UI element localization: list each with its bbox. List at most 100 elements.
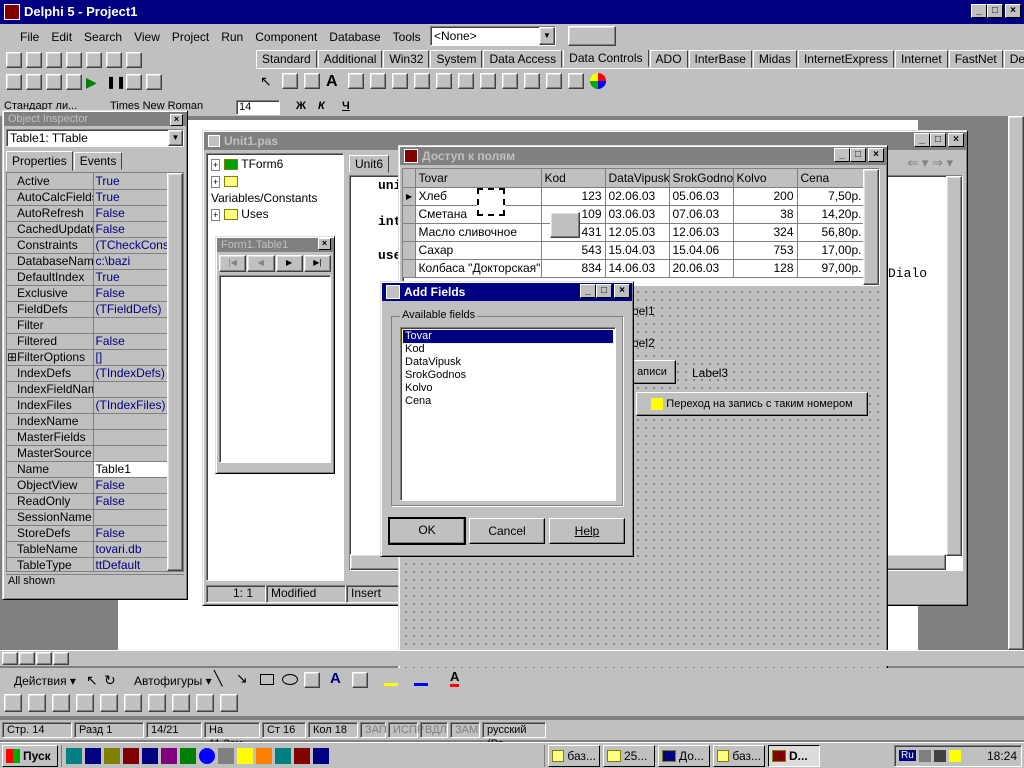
task-button[interactable]: баз...: [548, 744, 600, 767]
column-header[interactable]: DataVipusk: [605, 169, 670, 188]
grid-cell[interactable]: 17,00р.: [797, 241, 866, 260]
property-row[interactable]: AutoRefresh False: [7, 205, 169, 222]
save-all-icon[interactable]: [66, 52, 82, 68]
format-picture-icon[interactable]: [172, 694, 190, 712]
property-row[interactable]: ReadOnly False: [7, 493, 169, 510]
property-row[interactable]: IndexDefs (TIndexDefs): [7, 365, 169, 382]
grid-cell[interactable]: 02.06.03: [605, 187, 670, 206]
prior-record-button[interactable]: ◀: [247, 255, 275, 272]
property-row[interactable]: CachedUpdate False: [7, 221, 169, 238]
property-row[interactable]: SessionName: [7, 509, 169, 526]
quicklaunch-icon-14[interactable]: [313, 747, 329, 764]
dbgrid-icon[interactable]: [282, 73, 298, 89]
grid-cell[interactable]: 12.05.03: [605, 223, 670, 242]
line-icon[interactable]: ╲: [214, 670, 222, 687]
expand-icon[interactable]: +: [211, 176, 221, 188]
db-grid[interactable]: Tovar Kod DataVipusk SrokGodnos Kolvo Cena ▶ Хл…: [402, 168, 880, 286]
property-row[interactable]: ⊞FilterOptions[]: [7, 349, 169, 366]
quicklaunch-icon-12[interactable]: [275, 747, 291, 764]
dbctrlgrid-icon[interactable]: [568, 73, 584, 89]
grid-cell[interactable]: 15.04.06: [669, 241, 734, 260]
code-vertical-scrollbar[interactable]: [946, 176, 962, 556]
property-row[interactable]: Active True: [7, 173, 169, 190]
property-row[interactable]: TableType ttDefault: [7, 557, 169, 571]
grid-cell[interactable]: 200: [733, 187, 798, 206]
close-button[interactable]: ×: [1005, 4, 1021, 18]
expand-icon[interactable]: ⊞: [7, 350, 17, 364]
maximize-button[interactable]: □: [850, 148, 866, 162]
close-icon[interactable]: ×: [170, 114, 183, 126]
property-row[interactable]: ObjectView False: [7, 477, 169, 494]
property-value[interactable]: False: [93, 493, 169, 510]
field-item[interactable]: Kolvo: [403, 382, 613, 395]
property-value[interactable]: [93, 413, 169, 430]
underline-button[interactable]: Ч: [342, 100, 350, 112]
property-row[interactable]: DefaultIndex True: [7, 269, 169, 286]
property-value[interactable]: tovari.db: [93, 541, 169, 558]
grid-row[interactable]: Масло сливочное 431 12.05.03 12.06.03 324 56,…: [403, 223, 866, 242]
web-view-icon[interactable]: [19, 652, 35, 665]
quicklaunch-icon-9[interactable]: [218, 747, 234, 764]
tree-node[interactable]: +Variables/Constants: [211, 173, 339, 206]
word-vertical-scrollbar[interactable]: [1008, 116, 1024, 650]
close-button[interactable]: ×: [868, 148, 884, 162]
tree-node[interactable]: + Uses: [211, 206, 339, 223]
palette-tab-ado[interactable]: ADO: [649, 50, 688, 68]
start-button[interactable]: Пуск: [2, 744, 58, 767]
property-value[interactable]: [93, 317, 169, 334]
pointer-icon[interactable]: ↖: [260, 73, 276, 89]
layout-view-icon[interactable]: [36, 652, 52, 665]
italic-button[interactable]: К: [318, 100, 325, 112]
goto-record-button[interactable]: Переход на запись с таким номером: [636, 392, 868, 416]
dbtext-icon[interactable]: A: [326, 73, 342, 90]
line-style-icon[interactable]: [124, 694, 142, 712]
new-icon[interactable]: [6, 52, 22, 68]
tree-node[interactable]: + TForm6: [211, 156, 339, 173]
palette-tab-decision-c[interactable]: Decision C: [1003, 50, 1024, 68]
grid-cell[interactable]: 15.04.03: [605, 241, 670, 260]
object-selector[interactable]: Table1: TTable ▼: [6, 129, 184, 147]
toggle-icon[interactable]: [46, 74, 62, 90]
dblistbox-icon[interactable]: [414, 73, 430, 89]
set-transparent-icon[interactable]: [196, 694, 214, 712]
property-value[interactable]: (TIndexFiles): [93, 397, 169, 414]
property-scrollbar[interactable]: [167, 173, 183, 571]
dbchart-icon[interactable]: [590, 73, 606, 89]
help-icon[interactable]: [126, 52, 142, 68]
grid-cell[interactable]: 324: [733, 223, 798, 242]
tray-icon-3[interactable]: [948, 749, 961, 762]
oval-icon[interactable]: [282, 674, 298, 685]
property-row[interactable]: AutoCalcFields True: [7, 189, 169, 206]
property-row[interactable]: Exclusive False: [7, 285, 169, 302]
available-fields-list[interactable]: Tovar Kod DataVipusk SrokGodnos Kolvo Cena: [400, 327, 616, 501]
palette-tab-system[interactable]: System: [430, 50, 483, 68]
grid-vertical-scrollbar[interactable]: [863, 169, 879, 285]
property-value[interactable]: ttDefault: [93, 557, 169, 571]
menu-run[interactable]: Run: [215, 28, 249, 46]
grid-row[interactable]: Колбаса "Докторская" 834 14.06.03 20.06.03 1…: [403, 259, 866, 278]
palette-tab-midas[interactable]: Midas: [752, 50, 797, 68]
ok-button[interactable]: OK: [388, 517, 466, 545]
save-icon[interactable]: [46, 52, 62, 68]
reset-picture-icon[interactable]: [220, 694, 238, 712]
table-component-icon[interactable]: [477, 188, 505, 216]
property-row[interactable]: DatabaseName c:\bazi: [7, 253, 169, 270]
task-button[interactable]: D...: [768, 744, 820, 767]
property-value[interactable]: False: [93, 205, 169, 222]
property-value[interactable]: (TCheckConstra: [93, 237, 169, 254]
tab-events[interactable]: Events: [73, 152, 123, 170]
fill-color-icon[interactable]: [384, 672, 398, 686]
menu-tools[interactable]: Tools: [387, 28, 427, 46]
property-value[interactable]: False: [93, 285, 169, 302]
grid-cell[interactable]: 38: [733, 205, 798, 224]
desktop-buttons[interactable]: [568, 26, 616, 46]
minimize-button[interactable]: _: [834, 148, 850, 162]
arrow-icon[interactable]: ↘: [236, 670, 248, 687]
palette-tab-standard[interactable]: Standard: [256, 50, 317, 68]
maximize-button[interactable]: □: [930, 133, 946, 147]
property-value[interactable]: True: [93, 173, 169, 190]
property-value[interactable]: Table1: [93, 461, 169, 478]
property-value[interactable]: True: [93, 189, 169, 206]
property-value[interactable]: [93, 429, 169, 446]
property-value[interactable]: False: [93, 525, 169, 542]
